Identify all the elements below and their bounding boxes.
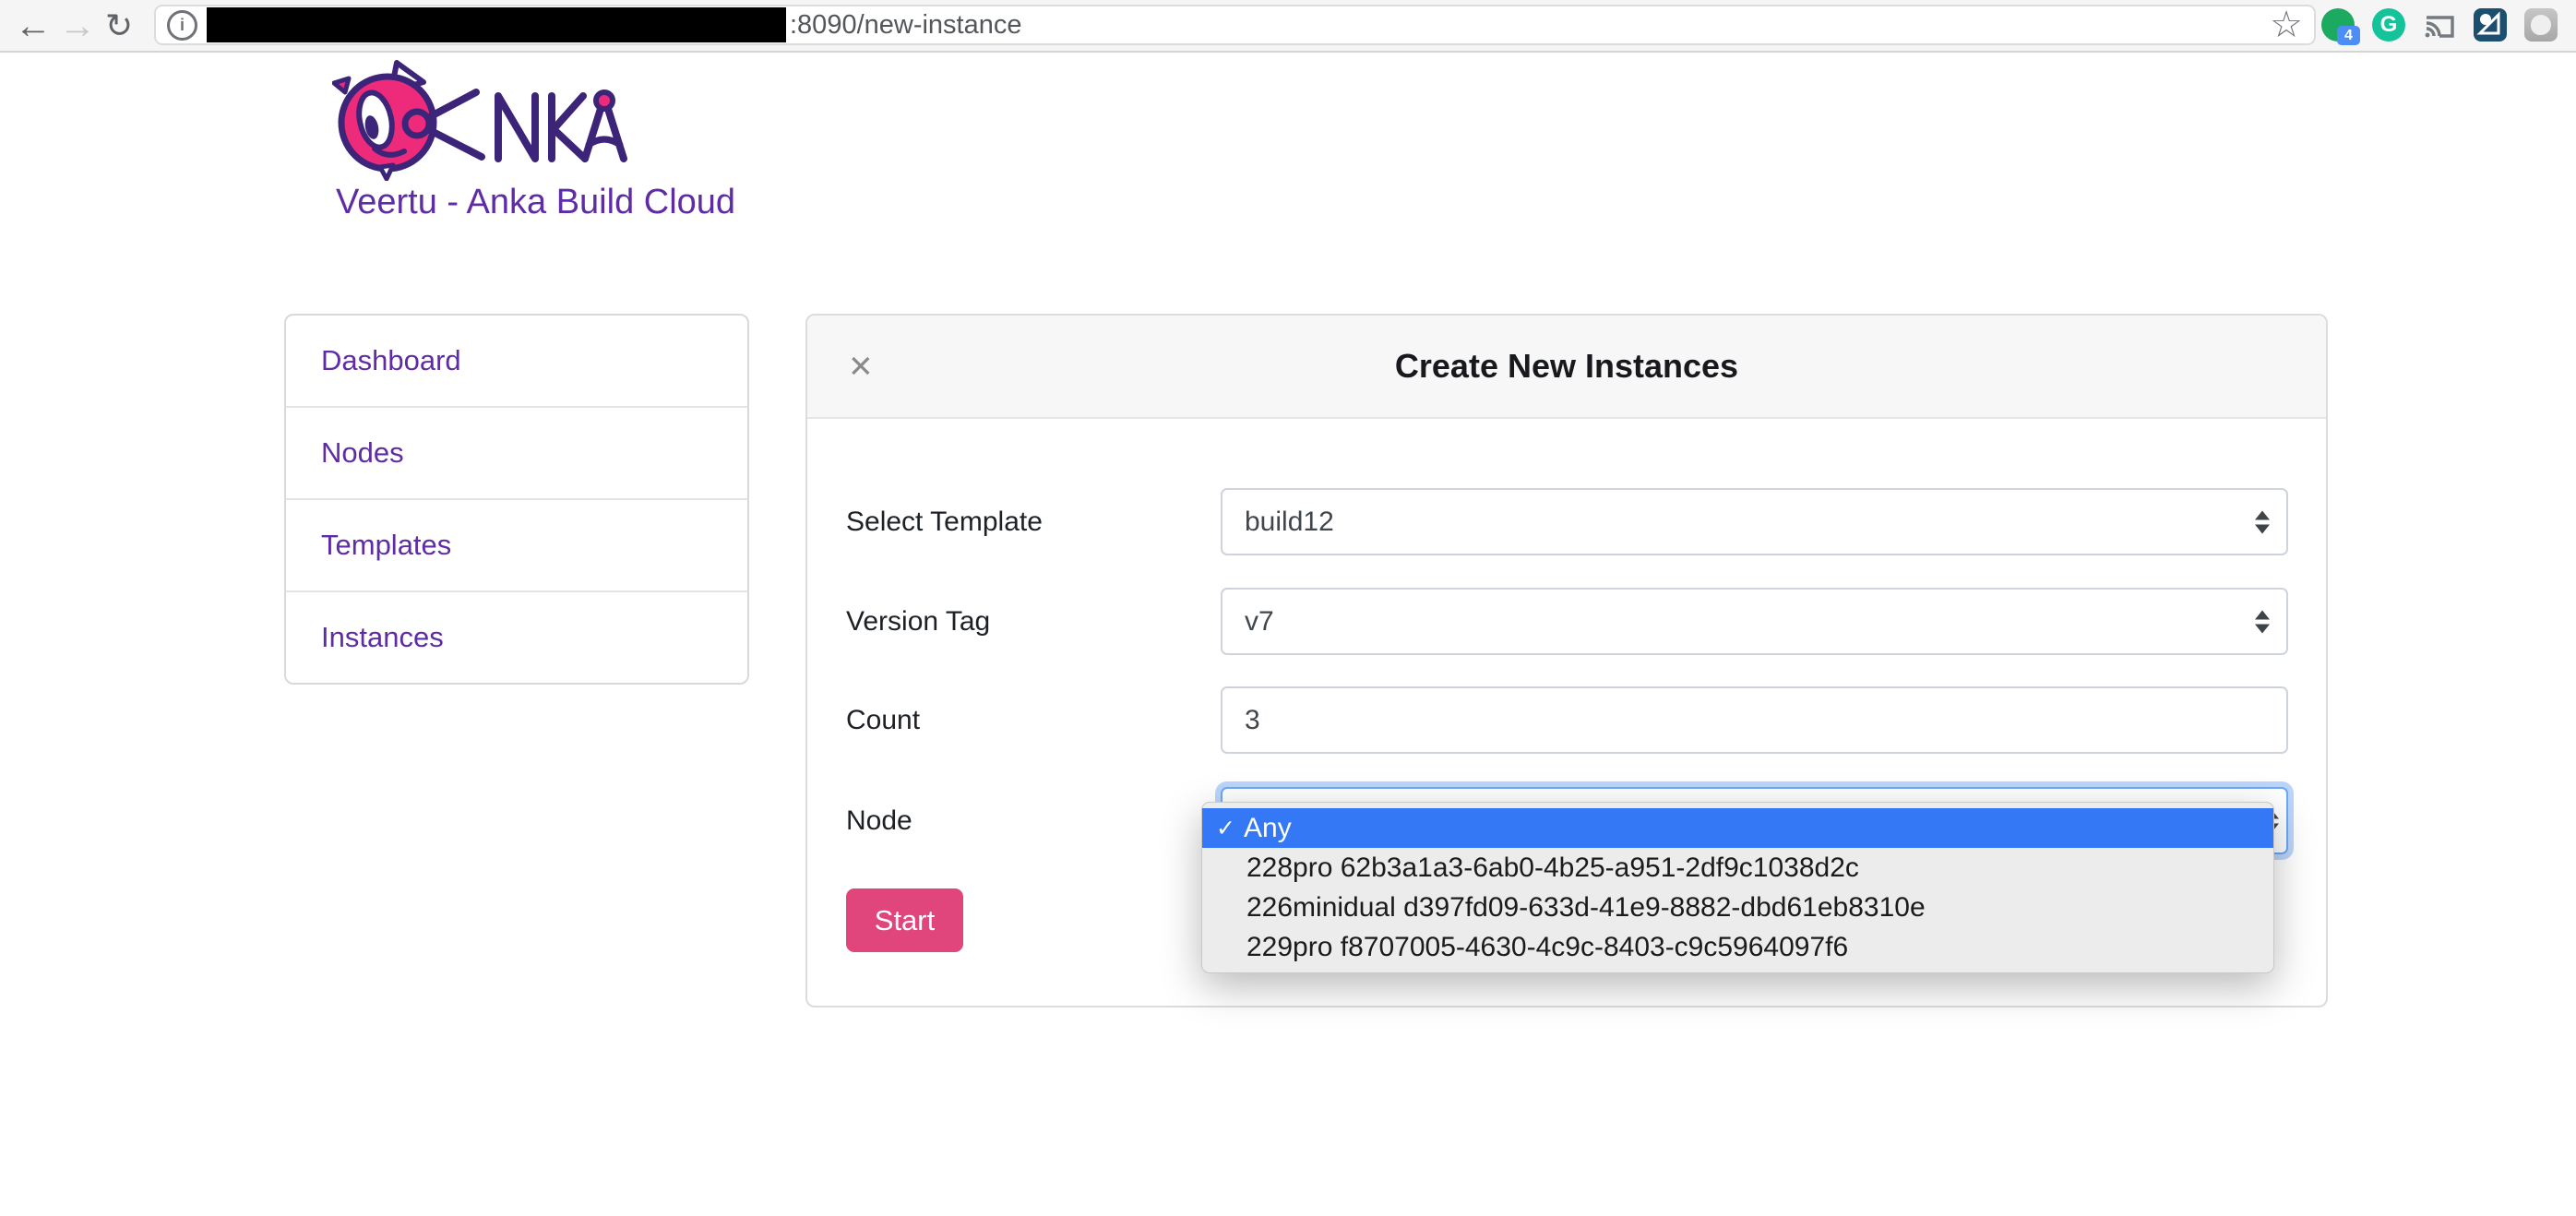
version-label: Version Tag [846, 606, 990, 638]
url-redaction-block [207, 7, 786, 42]
panel-header: ✕ Create New Instances [807, 316, 2326, 419]
page-info-icon[interactable]: i [167, 10, 197, 41]
template-select[interactable]: build12 [1221, 488, 2288, 555]
create-instances-panel: ✕ Create New Instances Select Template b… [805, 314, 2328, 1007]
node-option-label: 229pro f8707005-4630-4c9c-8403-c9c596409… [1246, 932, 1848, 963]
sidebar-item-instances[interactable]: Instances [286, 590, 747, 683]
extension-icons-row: 4 G [2321, 5, 2558, 45]
browser-toolbar: ← → ↻ i :8090/new-instance ☆ 4 G [0, 0, 2576, 53]
node-option-any[interactable]: ✓ Any [1202, 808, 2273, 848]
app-subtitle: Veertu - Anka Build Cloud [336, 183, 735, 222]
template-label: Select Template [846, 507, 1043, 538]
form-row-count: Count [846, 686, 2288, 754]
node-option-228pro[interactable]: 228pro 62b3a1a3-6ab0-4b25-a951-2df9c1038… [1202, 848, 2273, 888]
sidebar-item-dashboard[interactable]: Dashboard [286, 316, 747, 406]
start-button[interactable]: Start [846, 888, 963, 952]
node-label: Node [846, 805, 912, 837]
chromecast-icon[interactable] [2423, 8, 2456, 42]
screen: ← → ↻ i :8090/new-instance ☆ 4 G [0, 0, 2576, 1216]
bookmark-star-icon[interactable]: ☆ [2270, 6, 2303, 43]
count-input[interactable] [1221, 686, 2288, 754]
template-select-value: build12 [1245, 507, 1334, 538]
gray-extension-glyph [2531, 15, 2551, 35]
sidebar-nav: Dashboard Nodes Templates Instances [284, 314, 749, 685]
select-stepper-icon [2255, 510, 2270, 533]
adblocker-extension-icon[interactable]: 4 [2321, 8, 2355, 42]
reload-icon[interactable]: ↻ [105, 9, 133, 42]
select-stepper-icon [2255, 610, 2270, 633]
node-option-label: Any [1244, 813, 1292, 844]
url-bar[interactable]: i :8090/new-instance ☆ [154, 5, 2316, 45]
sidebar-item-templates[interactable]: Templates [286, 498, 747, 590]
form-row-template: Select Template build12 [846, 488, 2288, 555]
version-select[interactable]: v7 [1221, 588, 2288, 655]
sidebar-item-nodes[interactable]: Nodes [286, 406, 747, 498]
form-row-version: Version Tag v7 [846, 588, 2288, 655]
grammarly-extension-icon[interactable]: G [2372, 8, 2405, 42]
node-option-label: 226minidual d397fd09-633d-41e9-8882-dbd6… [1246, 892, 1926, 924]
adblocker-badge: 4 [2337, 26, 2360, 45]
node-option-229pro[interactable]: 229pro f8707005-4630-4c9c-8403-c9c596409… [1202, 927, 2273, 967]
panel-title: Create New Instances [1395, 347, 1738, 386]
back-icon[interactable]: ← [15, 7, 52, 44]
url-text[interactable]: :8090/new-instance [790, 10, 1022, 41]
gray-extension-icon[interactable] [2524, 8, 2558, 42]
navy-extension-icon[interactable] [2474, 8, 2507, 42]
node-option-label: 228pro 62b3a1a3-6ab0-4b25-a951-2df9c1038… [1246, 852, 1859, 884]
checkmark-icon: ✓ [1216, 815, 1235, 842]
version-select-value: v7 [1245, 606, 1274, 638]
node-dropdown-menu: ✓ Any 228pro 62b3a1a3-6ab0-4b25-a951-2df… [1201, 802, 2274, 973]
close-icon[interactable]: ✕ [848, 352, 874, 382]
anka-logo[interactable] [332, 55, 637, 185]
node-option-226minidual[interactable]: 226minidual d397fd09-633d-41e9-8882-dbd6… [1202, 888, 2273, 927]
count-label: Count [846, 705, 920, 736]
forward-icon[interactable]: → [59, 7, 96, 44]
